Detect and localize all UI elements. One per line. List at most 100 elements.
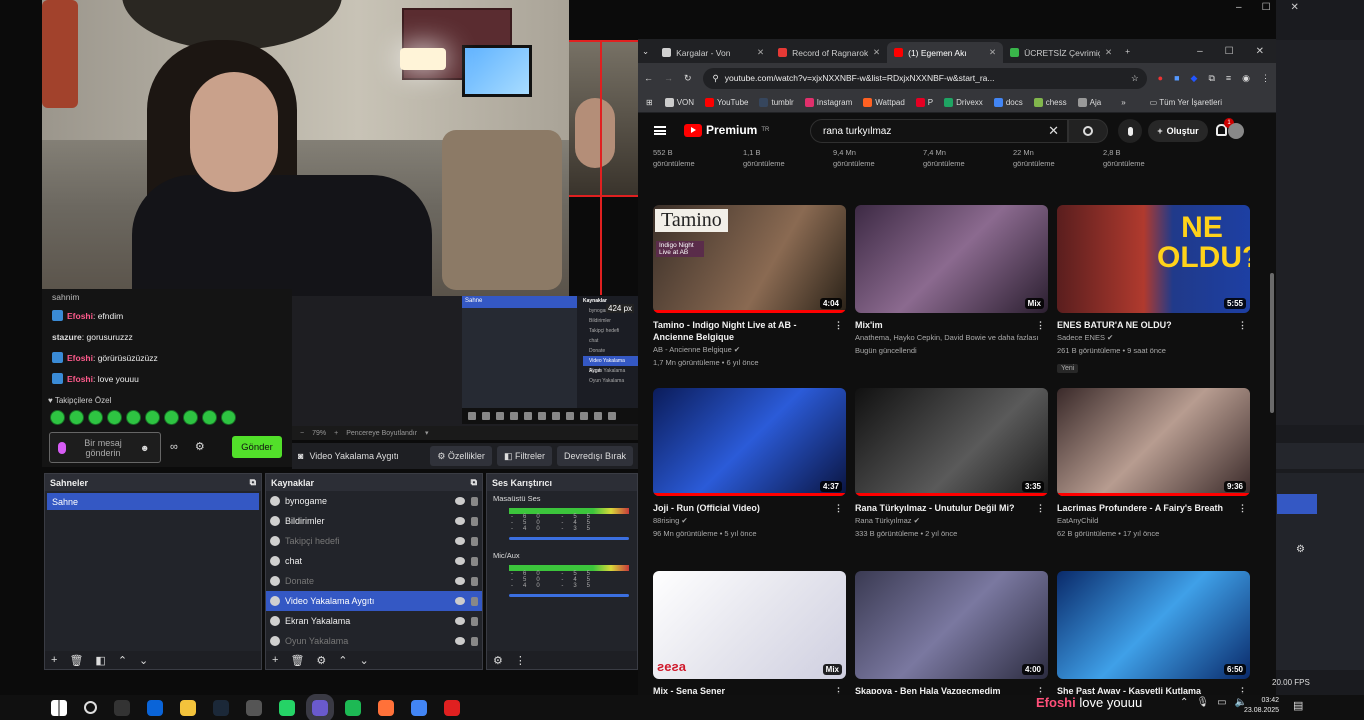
menu-icon[interactable]: [654, 125, 666, 135]
bookmark-item[interactable]: tumblr: [759, 98, 794, 107]
more-options-icon[interactable]: ⋮: [834, 502, 843, 514]
extension-icon[interactable]: ◆: [1191, 73, 1198, 84]
lock-icon[interactable]: [471, 576, 478, 586]
more-bookmarks-icon[interactable]: »: [1121, 98, 1125, 107]
gear-icon[interactable]: ⚙: [1296, 544, 1305, 555]
close-icon[interactable]: ✕: [1291, 2, 1299, 13]
visibility-eye-icon[interactable]: [455, 537, 465, 545]
video-card[interactable]: 4:37 Joji - Run (Official Video) ⋮ 88rising…: [653, 388, 846, 540]
bookmark-item[interactable]: Instagram: [804, 98, 852, 107]
video-card[interactable]: 3:35 Rana Türkyılmaz - Unutulur Değil Mi?…: [855, 388, 1048, 540]
trash-icon[interactable]: 🗑: [290, 654, 304, 667]
new-tab-icon[interactable]: +: [1125, 46, 1130, 56]
maximize-icon[interactable]: ☐: [1262, 2, 1271, 13]
lock-icon[interactable]: [471, 636, 478, 646]
visibility-eye-icon[interactable]: [455, 597, 465, 605]
minimize-icon[interactable]: –: [1236, 2, 1242, 13]
video-card[interactable]: 4:00 Skapova - Ben Hala Vazgeçmedim ⋮: [855, 571, 1048, 694]
video-card[interactable]: Tamino Indigo Night Live at AB 4:04 Tamino …: [653, 205, 846, 369]
emoji-icon[interactable]: ☻: [140, 443, 149, 453]
emote-icon[interactable]: [164, 410, 179, 425]
chat-username[interactable]: Efoshi: [67, 311, 93, 321]
volume-slider[interactable]: [509, 594, 629, 597]
source-item[interactable]: Video Yakalama Aygıtı: [266, 591, 482, 611]
video-title[interactable]: Skapova - Ben Hala Vazgeçmedim ⋮: [855, 685, 1048, 694]
browser-tab[interactable]: Kargalar - Von ✕: [655, 42, 771, 63]
browser-tab[interactable]: (1) Egemen Akı ✕: [887, 42, 1004, 63]
epic-icon[interactable]: [113, 699, 130, 716]
browser-tab[interactable]: Record of Ragnarok ✕: [771, 42, 887, 63]
visibility-eye-icon[interactable]: [455, 557, 465, 565]
source-item[interactable]: Donate: [266, 571, 482, 591]
chat-username[interactable]: Efoshi: [67, 374, 93, 384]
chat-username[interactable]: stazure: [52, 332, 82, 342]
search-input[interactable]: rana turkyılmaz ✕: [810, 119, 1068, 143]
fit-to-window[interactable]: Pencereye Boyutlandır: [346, 430, 417, 437]
obs-control-selected[interactable]: [1277, 494, 1317, 514]
chevron-down-icon[interactable]: ⌄: [360, 654, 369, 667]
visibility-eye-icon[interactable]: [455, 637, 465, 645]
app-icon[interactable]: [245, 699, 262, 716]
chevron-up-icon[interactable]: ⌃: [118, 654, 127, 667]
video-thumbnail[interactable]: Tamino Indigo Night Live at AB 4:04: [653, 205, 846, 313]
whatsapp-icon[interactable]: [278, 699, 295, 716]
more-icon[interactable]: ⋮: [515, 654, 526, 667]
deactivate-button[interactable]: Devredışı Bırak: [556, 446, 633, 466]
scene-item[interactable]: Sahne: [47, 493, 259, 510]
visibility-eye-icon[interactable]: [455, 617, 465, 625]
video-thumbnail[interactable]: 6:50: [1057, 571, 1250, 679]
video-title[interactable]: Mix - Sena Şener ⋮: [653, 685, 846, 694]
video-card[interactable]: NE OLDU? 5:55 ENES BATUR'A NE OLDU? ⋮ Sadece…: [1057, 205, 1250, 375]
zoom-level[interactable]: 79%: [312, 430, 326, 437]
notifications-icon[interactable]: ▤: [1293, 699, 1303, 712]
gear-icon[interactable]: ⚙: [493, 654, 503, 667]
video-title[interactable]: Mix'im ⋮: [855, 319, 1048, 331]
source-item[interactable]: Oyun Yakalama: [266, 631, 482, 651]
filters-button[interactable]: ◧ Filtreler: [496, 446, 552, 466]
bookmark-item[interactable]: Drivexx: [944, 98, 983, 107]
emote-icon[interactable]: [183, 410, 198, 425]
more-options-icon[interactable]: ⋮: [1238, 685, 1247, 694]
close-icon[interactable]: ✕: [1256, 46, 1264, 57]
lock-icon[interactable]: [471, 556, 478, 566]
video-channel[interactable]: 88rising ✔: [653, 514, 846, 527]
bookmark-item[interactable]: YouTube: [705, 98, 748, 107]
mic-icon[interactable]: 🎙: [1196, 697, 1209, 708]
chevron-up-icon[interactable]: ⌃: [1180, 697, 1188, 708]
video-title[interactable]: ENES BATUR'A NE OLDU? ⋮: [1057, 319, 1250, 331]
video-channel[interactable]: Anathema, Hayko Cepkin, David Bowie ve d…: [855, 331, 1048, 344]
voice-search-button[interactable]: [1118, 119, 1142, 143]
send-button[interactable]: Gönder: [232, 436, 282, 458]
profile-icon[interactable]: ◉: [1242, 73, 1250, 84]
trash-icon[interactable]: 🗑: [69, 654, 83, 667]
bookmark-item[interactable]: Wattpad: [863, 98, 905, 107]
emote-icon[interactable]: [50, 410, 65, 425]
page-scrollbar[interactable]: [1270, 273, 1274, 413]
video-channel[interactable]: Rana Türkyılmaz ✔: [855, 514, 1048, 527]
video-channel[interactable]: EatAnyChild: [1057, 514, 1250, 527]
video-title[interactable]: Rana Türkyılmaz - Unutulur Değil Mi? ⋮: [855, 502, 1048, 514]
chevron-down-icon[interactable]: ⌄: [139, 654, 148, 667]
bookmark-item[interactable]: docs: [993, 98, 1023, 107]
extension-icon[interactable]: ■: [1174, 73, 1179, 83]
network-icon[interactable]: ▭: [1217, 697, 1226, 708]
more-options-icon[interactable]: ⋮: [1238, 502, 1247, 514]
add-icon[interactable]: +: [51, 654, 57, 666]
lock-icon[interactable]: [471, 536, 478, 546]
bookmark-item[interactable]: chess: [1033, 98, 1067, 107]
dock-popout-icon[interactable]: ⧉: [250, 477, 256, 488]
filter-icon[interactable]: ◧: [95, 654, 105, 667]
source-item[interactable]: chat: [266, 551, 482, 571]
add-icon[interactable]: +: [272, 654, 278, 666]
apps-icon[interactable]: ⊞: [646, 98, 653, 107]
create-button[interactable]: + Oluştur: [1148, 120, 1208, 142]
chrome-icon[interactable]: [410, 699, 427, 716]
video-title[interactable]: She Past Away - Kasvetli Kutlama ⋮: [1057, 685, 1250, 694]
video-channel[interactable]: AB - Ancienne Belgique ✔: [653, 343, 846, 356]
files-icon[interactable]: [179, 699, 196, 716]
reload-icon[interactable]: ↻: [684, 73, 692, 84]
account-avatar[interactable]: [1228, 123, 1244, 139]
emote-icon[interactable]: [107, 410, 122, 425]
forward-icon[interactable]: →: [664, 73, 673, 83]
video-thumbnail[interactable]: Mix: [855, 205, 1048, 313]
